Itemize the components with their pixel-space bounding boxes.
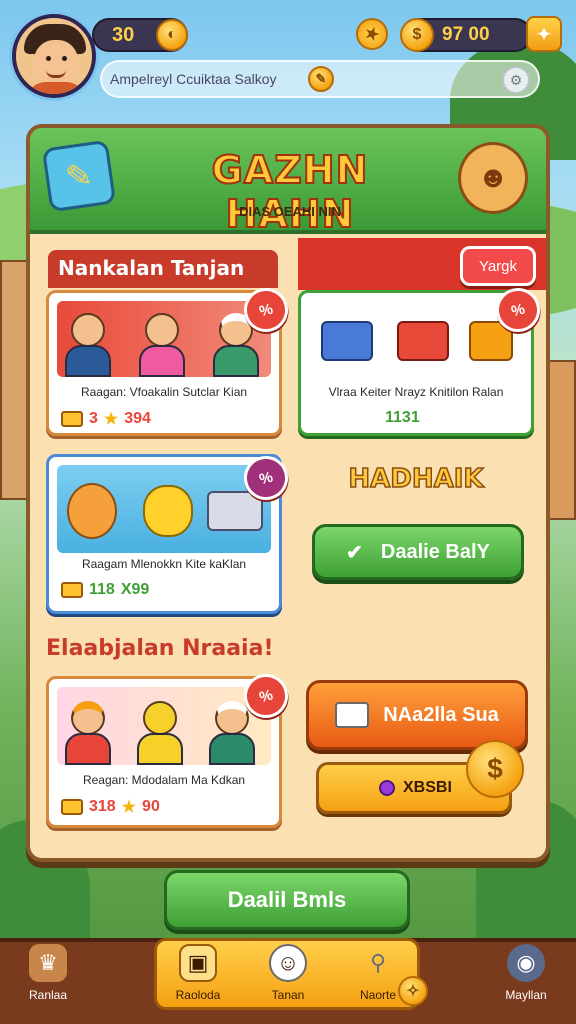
- nav-label: Mayllan: [505, 988, 547, 1002]
- event-panel: ✎ GAZHN HAHN DIAS OEAHI NIN ☻ Nankalan T…: [26, 124, 550, 862]
- ticket-icon: [61, 799, 83, 815]
- gift-icon: ✎: [41, 139, 117, 213]
- coin-icon: $: [400, 18, 434, 52]
- level-coin-icon: ◐: [156, 19, 188, 51]
- card-caption: Raagan: Vfoakalin Sutclar Kian: [80, 385, 248, 399]
- tag-button[interactable]: Yargk: [460, 246, 536, 286]
- stat-a: 1131: [385, 409, 420, 426]
- section-tab[interactable]: Nankalan Tanjan: [48, 250, 278, 288]
- footer-button[interactable]: Daalil Bmls: [164, 870, 410, 930]
- card-caption: Vlraa Keiter Nrayz Knitilon Ralan: [328, 385, 504, 399]
- status-text: Ampelreyl Ccuiktaa Salkoy: [110, 71, 277, 87]
- console-icon: [321, 321, 373, 361]
- mascot-icon: ☻: [458, 142, 528, 214]
- level-value: 30: [112, 23, 135, 46]
- globe-icon: ◉: [507, 944, 545, 982]
- ticket-icon: [335, 702, 370, 728]
- status-bar: Ampelreyl Ccuiktaa Salkoy ✎ ⚙: [100, 60, 540, 98]
- panel-header: ✎ GAZHN HAHN DIAS OEAHI NIN ☻: [30, 128, 546, 237]
- quest-coin-icon[interactable]: ✎: [308, 66, 334, 92]
- nav-label: Tanan: [271, 988, 305, 1002]
- stat-b: 394: [124, 410, 151, 427]
- search-icon: ⚲: [369, 950, 387, 975]
- check-icon: ✔: [346, 541, 363, 564]
- trophy-icon: ♛: [29, 944, 67, 982]
- stat-b: 90: [142, 798, 160, 815]
- card-stats: 1131: [385, 409, 420, 427]
- stat-a: 118: [89, 581, 115, 598]
- ticket-icon: [61, 411, 83, 427]
- right-heading: HADHAIK: [348, 463, 485, 495]
- nav-label: Naorte: [359, 988, 397, 1002]
- card-caption: Raagam Mlenokkn Kite kaKlan: [81, 557, 247, 571]
- ghost-icon: ☺: [269, 944, 307, 982]
- gem-icon: [379, 780, 395, 796]
- section-2-label: Elaabjalan Nraaia!: [46, 636, 274, 661]
- nav-label: Ranlaa: [28, 988, 68, 1002]
- card-stats: 118 X99: [61, 581, 149, 599]
- primary-button[interactable]: ✔ Daalie BalY: [312, 524, 524, 580]
- sparkle-icon[interactable]: ✦: [526, 16, 562, 52]
- chest-icon: [397, 321, 449, 361]
- nav-label: Raoloda: [175, 988, 221, 1002]
- card-stats: 3 ★ 394: [61, 409, 151, 429]
- box-icon: ▣: [179, 944, 217, 982]
- card-art: [309, 301, 523, 377]
- offer-button-label: NAa2lla Sua: [383, 703, 499, 726]
- card-art: [57, 465, 271, 553]
- stat-a: 3: [89, 410, 98, 427]
- nav-item-tanan[interactable]: ☺ Tanan: [248, 944, 328, 1016]
- stat-b: X99: [120, 581, 150, 598]
- nav-item-raoloda[interactable]: ▣ Raoloda: [158, 944, 238, 1016]
- player-avatar[interactable]: [12, 14, 96, 98]
- card-stats: 318 ★ 90: [61, 797, 160, 817]
- nav-coin-icon: ✧: [398, 976, 428, 1006]
- primary-button-label: Daalie BalY: [380, 540, 490, 563]
- nav-item-mayllan[interactable]: ◉ Mayllan: [486, 944, 566, 1016]
- star-icon: ★: [103, 411, 119, 428]
- chick-icon: [143, 485, 193, 537]
- reward-text: XBSBI: [403, 779, 452, 796]
- settings-icon[interactable]: ⚙: [502, 66, 530, 94]
- panel-subtitle: DIAS OEAHI NIN: [239, 204, 341, 219]
- panel-title: GAZHN HAHN: [211, 147, 369, 237]
- ticket-icon: [61, 582, 83, 598]
- nav-item-ranlaa[interactable]: ♛ Ranlaa: [8, 944, 88, 1016]
- star-icon: ★: [121, 799, 137, 816]
- bear-icon: [67, 483, 117, 539]
- card-art: [57, 301, 271, 377]
- card-art: [57, 687, 271, 765]
- card-caption: Reagan: Mdodalam Ma Kdkan: [82, 773, 246, 787]
- coin-value: 97 00: [442, 24, 490, 45]
- stat-a: 318: [89, 798, 116, 815]
- big-coin-icon: $: [466, 740, 524, 798]
